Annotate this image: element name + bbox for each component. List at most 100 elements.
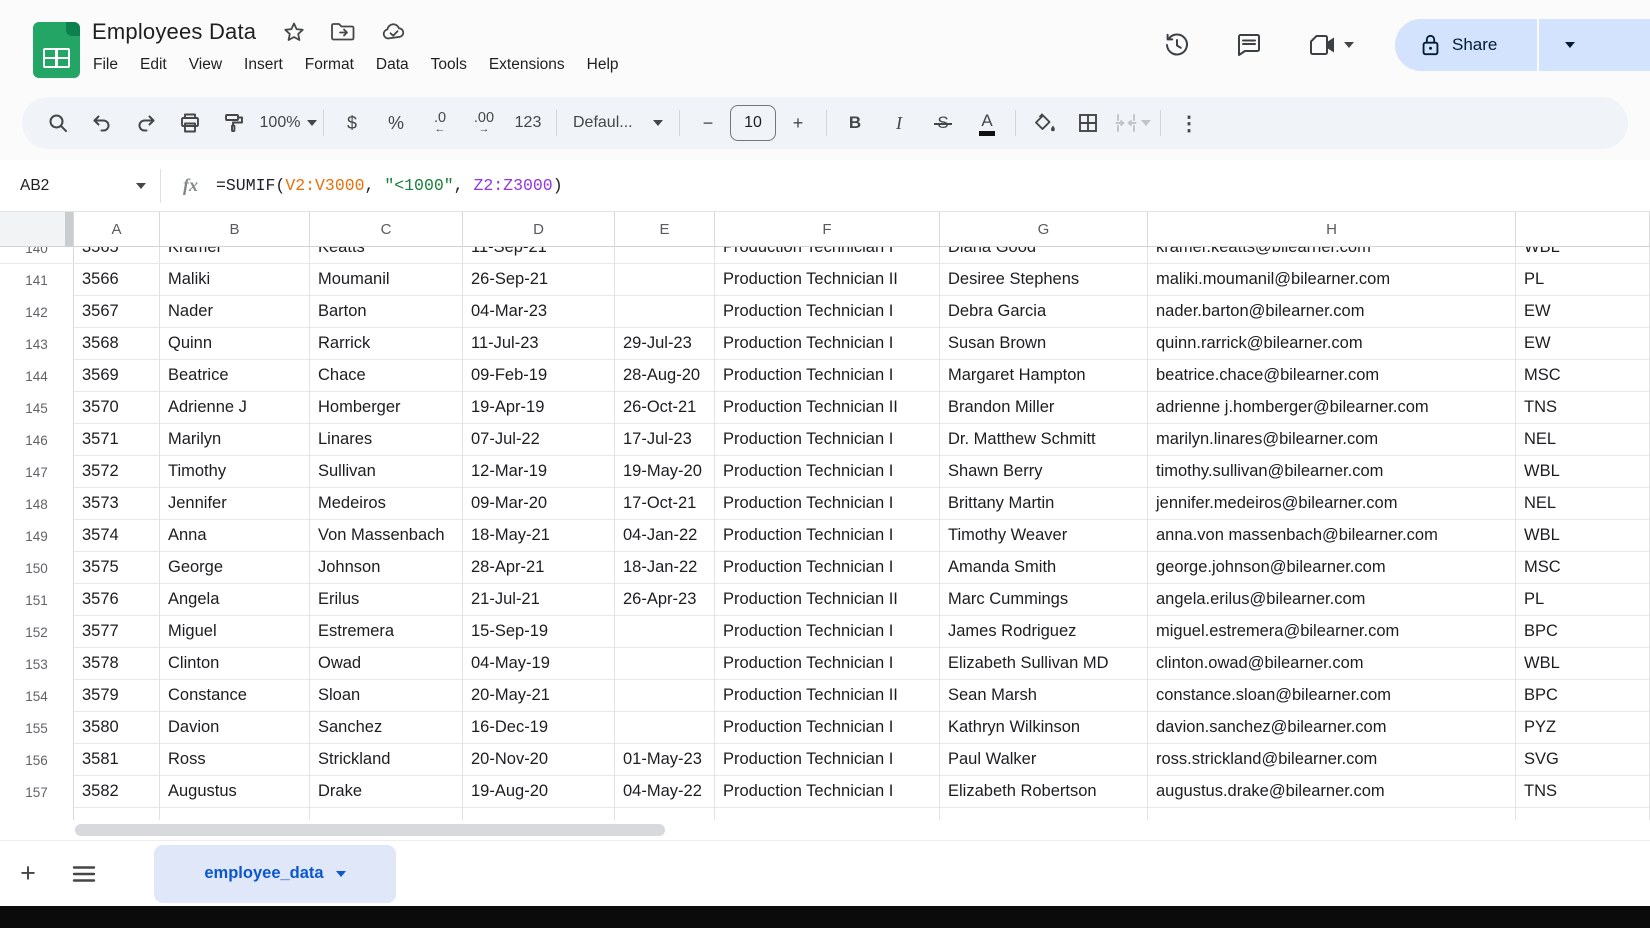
star-icon[interactable] bbox=[282, 20, 306, 44]
cell[interactable]: 04-May-22 bbox=[615, 776, 715, 808]
select-all-corner[interactable] bbox=[0, 212, 74, 247]
column-header-G[interactable]: G bbox=[940, 212, 1148, 247]
cell[interactable]: Sloan bbox=[310, 680, 463, 712]
row-number[interactable]: 142 bbox=[0, 296, 74, 328]
cell[interactable]: nader.barton@bilearner.com bbox=[1148, 296, 1516, 328]
cell[interactable] bbox=[615, 648, 715, 680]
cell[interactable]: Elizabeth Sullivan MD bbox=[940, 648, 1148, 680]
cell[interactable]: 3577 bbox=[74, 616, 160, 648]
cell[interactable]: Debra Garcia bbox=[940, 296, 1148, 328]
cell[interactable]: Sanchez bbox=[310, 712, 463, 744]
search-icon[interactable] bbox=[36, 103, 80, 143]
cell[interactable]: Production Technician II bbox=[715, 584, 940, 616]
cell[interactable]: 3571 bbox=[74, 424, 160, 456]
cell[interactable]: Dr. Matthew Schmitt bbox=[940, 424, 1148, 456]
cloud-saved-icon[interactable] bbox=[380, 20, 408, 44]
cell[interactable]: 28-Apr-21 bbox=[463, 552, 615, 584]
cell[interactable] bbox=[615, 680, 715, 712]
cell[interactable]: 3572 bbox=[74, 456, 160, 488]
cell[interactable]: 26-Oct-21 bbox=[615, 392, 715, 424]
cell[interactable]: Production Technician I bbox=[715, 616, 940, 648]
row-number[interactable]: 141 bbox=[0, 264, 74, 296]
row-number[interactable]: 140 bbox=[0, 247, 74, 264]
cell[interactable]: EW bbox=[1516, 296, 1650, 328]
cell[interactable]: NEL bbox=[1516, 424, 1650, 456]
menu-item-view[interactable]: View bbox=[178, 53, 233, 77]
decrease-font-size-button[interactable]: − bbox=[686, 103, 730, 143]
cell[interactable]: PL bbox=[1516, 264, 1650, 296]
cell[interactable]: Nader bbox=[160, 296, 310, 328]
cell[interactable]: Constance bbox=[160, 680, 310, 712]
cell[interactable]: 21-Jul-21 bbox=[463, 584, 615, 616]
cell[interactable]: 04-May-19 bbox=[463, 648, 615, 680]
cell[interactable]: 3575 bbox=[74, 552, 160, 584]
cell[interactable]: 3573 bbox=[74, 488, 160, 520]
cell[interactable]: Brandon Miller bbox=[940, 392, 1148, 424]
cell[interactable]: 01-May-23 bbox=[615, 744, 715, 776]
cell[interactable]: 3567 bbox=[74, 296, 160, 328]
menu-item-file[interactable]: File bbox=[82, 53, 129, 77]
cell[interactable]: Angela bbox=[160, 584, 310, 616]
column-header-C[interactable]: C bbox=[310, 212, 463, 247]
cell[interactable] bbox=[615, 247, 715, 264]
cell[interactable]: 11-Jul-23 bbox=[463, 328, 615, 360]
text-color-button[interactable]: A bbox=[965, 103, 1009, 143]
cell[interactable]: 3565 bbox=[74, 247, 160, 264]
cell[interactable]: PYZ bbox=[1516, 712, 1650, 744]
italic-button[interactable]: I bbox=[877, 103, 921, 143]
cell[interactable]: Kathryn Wilkinson bbox=[940, 712, 1148, 744]
cell[interactable]: Kramer bbox=[160, 247, 310, 264]
cell[interactable]: 07-Jul-22 bbox=[463, 424, 615, 456]
cell[interactable]: Rarrick bbox=[310, 328, 463, 360]
cell[interactable]: Shawn Berry bbox=[940, 456, 1148, 488]
cell[interactable]: 26-Sep-21 bbox=[463, 264, 615, 296]
add-sheet-icon[interactable]: + bbox=[0, 860, 56, 887]
cell[interactable]: anna.von massenbach@bilearner.com bbox=[1148, 520, 1516, 552]
cell[interactable]: kramer.keatts@bilearner.com bbox=[1148, 247, 1516, 264]
cell[interactable]: 3579 bbox=[74, 680, 160, 712]
share-dropdown-icon[interactable] bbox=[1565, 42, 1575, 48]
row-number[interactable]: 153 bbox=[0, 648, 74, 680]
bold-button[interactable]: B bbox=[833, 103, 877, 143]
cell[interactable]: Linares bbox=[310, 424, 463, 456]
cell[interactable]: clinton.owad@bilearner.com bbox=[1148, 648, 1516, 680]
cell[interactable]: Homberger bbox=[310, 392, 463, 424]
cell[interactable]: Production Technician I bbox=[715, 456, 940, 488]
cell[interactable]: George bbox=[160, 552, 310, 584]
cell[interactable]: Brittany Martin bbox=[940, 488, 1148, 520]
cell[interactable] bbox=[463, 808, 615, 820]
cell[interactable]: george.johnson@bilearner.com bbox=[1148, 552, 1516, 584]
sheet-tab-employee-data[interactable]: employee_data bbox=[154, 845, 396, 903]
cell[interactable]: BPC bbox=[1516, 680, 1650, 712]
menu-item-tools[interactable]: Tools bbox=[420, 53, 478, 77]
column-header-H[interactable]: H bbox=[1148, 212, 1516, 247]
cell[interactable]: Amanda Smith bbox=[940, 552, 1148, 584]
column-header-F[interactable]: F bbox=[715, 212, 940, 247]
cell[interactable]: 18-May-21 bbox=[463, 520, 615, 552]
cell[interactable]: Production Technician I bbox=[715, 328, 940, 360]
paint-format-icon[interactable] bbox=[212, 103, 256, 143]
move-folder-icon[interactable] bbox=[330, 20, 356, 44]
menu-item-edit[interactable]: Edit bbox=[129, 53, 178, 77]
cell[interactable]: 26-Apr-23 bbox=[615, 584, 715, 616]
cell[interactable]: Production Technician II bbox=[715, 680, 940, 712]
cell[interactable]: Marilyn bbox=[160, 424, 310, 456]
cell[interactable]: Ross bbox=[160, 744, 310, 776]
row-number[interactable]: 145 bbox=[0, 392, 74, 424]
zoom-control[interactable]: 100% bbox=[256, 103, 317, 143]
document-title[interactable]: Employees Data bbox=[92, 19, 256, 45]
cell[interactable]: Adrienne J bbox=[160, 392, 310, 424]
cell[interactable]: Medeiros bbox=[310, 488, 463, 520]
menu-item-data[interactable]: Data bbox=[365, 53, 420, 77]
row-number[interactable]: 144 bbox=[0, 360, 74, 392]
cell[interactable]: jennifer.medeiros@bilearner.com bbox=[1148, 488, 1516, 520]
cell[interactable]: Marc Cummings bbox=[940, 584, 1148, 616]
cell[interactable]: timothy.sullivan@bilearner.com bbox=[1148, 456, 1516, 488]
cell[interactable]: 12-Mar-19 bbox=[463, 456, 615, 488]
cell[interactable]: Moumanil bbox=[310, 264, 463, 296]
redo-icon[interactable] bbox=[124, 103, 168, 143]
cell[interactable]: Von Massenbach bbox=[310, 520, 463, 552]
cell[interactable]: James Rodriguez bbox=[940, 616, 1148, 648]
cell[interactable]: beatrice.chace@bilearner.com bbox=[1148, 360, 1516, 392]
cell[interactable]: Production Technician I bbox=[715, 296, 940, 328]
